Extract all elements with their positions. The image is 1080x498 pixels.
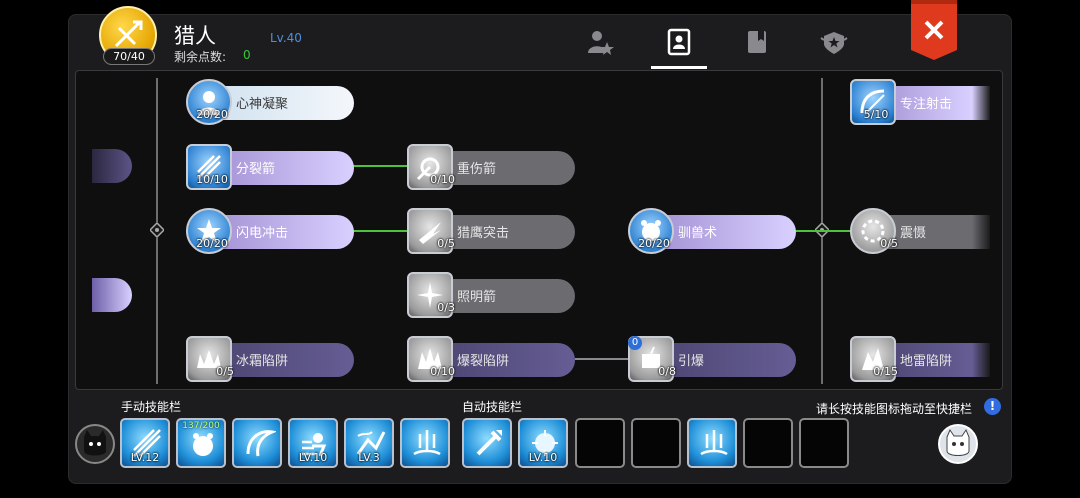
previous-tree-stub [92,149,132,183]
skill-name: 重伤箭 [457,162,497,177]
connector [795,230,851,232]
connector [575,358,629,360]
manual-skill-slot[interactable]: LV.12 [120,418,170,468]
skill-count: 0/5 [880,237,898,250]
skill-name: 专注射击 [900,97,953,112]
skill-node[interactable]: 照明箭 0/3 [407,272,575,318]
tab-book[interactable] [741,26,773,58]
tab-emblem[interactable] [818,26,850,58]
info-icon[interactable]: ! [984,398,1001,415]
tier-divider-icon [150,223,164,237]
skill-count: 20/20 [196,237,228,250]
person-star-icon [588,31,614,55]
manual-skill-slot[interactable]: LV.3 [344,418,394,468]
auto-skill-slot[interactable]: LV.10 [518,418,568,468]
remaining-points-value: 0 [243,48,251,62]
skill-name: 引爆 [678,354,705,369]
skill-name: 心神凝聚 [236,97,289,112]
summon-beast-icon [193,433,213,456]
tab-profile[interactable] [584,26,616,58]
connector [352,165,408,167]
skill-node[interactable]: 地雷陷阱 0/15 [850,336,990,382]
points-used: 70/40 [103,48,155,65]
skill-node[interactable]: 引爆 0/8 0 [628,336,796,382]
skill-name: 驯兽术 [678,226,718,241]
manual-skill-slot[interactable]: 137/200 [176,418,226,468]
skill-node[interactable]: 爆裂陷阱 0/10 [407,336,575,382]
skill-count: 0/5 [216,365,234,378]
class-level: Lv.40 [270,31,302,45]
auto-cat-avatar-icon[interactable] [938,424,978,464]
skill-node[interactable]: 驯兽术 20/20 [628,208,796,254]
auto-skill-slot-empty[interactable] [743,418,793,468]
skill-node[interactable]: 猎鹰突击 0/5 [407,208,575,254]
skill-node[interactable]: 闪电冲击 20/20 [186,208,354,254]
skill-node[interactable]: 分裂箭 10/10 [186,144,354,190]
manual-skill-bar-title: 手动技能栏 [121,400,182,414]
slot-experience: 137/200 [182,421,220,431]
arrow-rain-icon [700,430,728,456]
manual-skill-slot[interactable] [232,418,282,468]
auto-skill-slot[interactable] [687,418,737,468]
manual-cat-avatar-icon[interactable] [75,424,115,464]
skill-name: 震慑 [900,226,927,241]
skill-node[interactable]: 重伤箭 0/10 [407,144,575,190]
auto-skill-slot[interactable] [462,418,512,468]
slot-level: LV.10 [528,451,558,464]
manual-skill-slot[interactable] [400,418,450,468]
auto-skill-slot-empty[interactable] [631,418,681,468]
skill-name: 冰霜陷阱 [236,354,289,369]
skill-count: 20/20 [196,108,228,121]
skill-count: 0/15 [873,365,898,378]
remaining-points-label: 剩余点数: [174,50,227,64]
drag-hint: 请长按技能图标拖动至快捷栏 [816,402,973,416]
skill-count: 0/10 [430,173,455,186]
book-icon [748,31,766,53]
skill-badge: 0 [628,336,642,350]
skill-count: 0/10 [430,365,455,378]
skill-count: 20/20 [638,237,670,250]
manual-skill-slot[interactable]: LV.10 [288,418,338,468]
skill-name: 爆裂陷阱 [457,354,510,369]
auto-skill-slot-empty[interactable] [799,418,849,468]
skill-name: 猎鹰突击 [457,226,510,241]
winged-star-icon [820,32,848,54]
slot-level: LV.3 [358,451,380,464]
skill-name: 照明箭 [457,290,497,305]
skill-node[interactable]: 专注射击 5/10 [850,79,990,125]
auto-skill-slot-empty[interactable] [575,418,625,468]
skill-count: 0/5 [437,237,455,250]
close-icon [911,0,957,60]
slot-level: LV.10 [298,451,328,464]
sword-strike-icon [476,430,502,456]
skill-name: 地雷陷阱 [900,354,953,369]
connector [352,230,408,232]
auto-skill-bar-title: 自动技能栏 [462,400,523,414]
skill-count: 0/3 [437,301,455,314]
skill-node[interactable]: 冰霜陷阱 0/5 [186,336,354,382]
skill-node[interactable]: 心神凝聚 20/20 [186,79,354,125]
previous-tree-stub [92,278,132,312]
skill-name: 闪电冲击 [236,226,289,241]
whirlwind-icon [246,430,276,457]
arrow-rain-icon [413,430,441,456]
close-button[interactable] [911,0,957,60]
class-name: 猎人 [174,24,216,48]
skill-name: 分裂箭 [236,162,276,177]
slot-level: LV.12 [130,451,160,464]
skill-count: 0/8 [658,365,676,378]
skill-book-icon [667,28,691,56]
tab-skills[interactable] [663,26,695,58]
skill-count: 5/10 [863,108,889,121]
skill-count: 10/10 [196,173,228,186]
skill-node[interactable]: 震慑 0/5 [850,208,990,254]
active-tab-indicator [651,66,707,69]
